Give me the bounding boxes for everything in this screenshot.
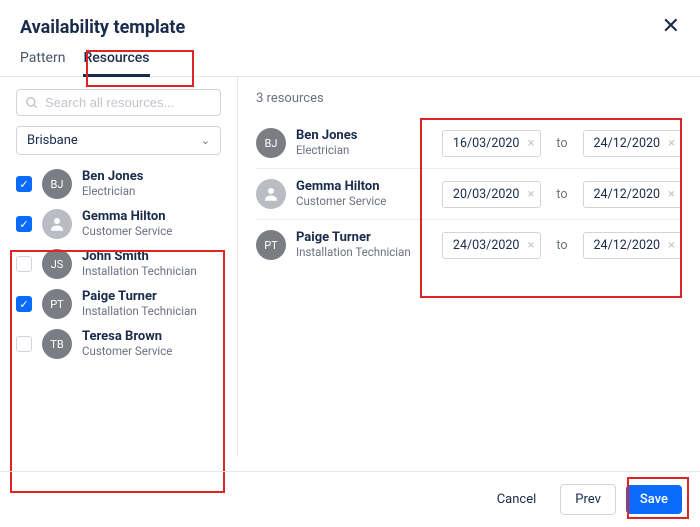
date-value: 24/12/2020: [594, 136, 661, 151]
to-label: to: [556, 187, 567, 202]
tab-resources[interactable]: Resources: [83, 50, 149, 76]
prev-button[interactable]: Prev: [560, 484, 616, 515]
resource-name: Ben Jones: [296, 128, 357, 144]
chevron-down-icon: ⌄: [201, 134, 210, 147]
resource-name: Teresa Brown: [82, 329, 172, 345]
resource-info: Teresa Brown Customer Service: [82, 329, 172, 358]
resource-info: John Smith Installation Technician: [82, 249, 197, 278]
start-date-input[interactable]: 20/03/2020 ×: [442, 181, 541, 208]
assigned-list: BJ Ben Jones Electrician 16/03/2020 × to…: [256, 118, 682, 270]
date-value: 24/12/2020: [594, 187, 661, 202]
clear-icon[interactable]: ×: [527, 238, 534, 253]
date-value: 24/03/2020: [453, 238, 520, 253]
start-date-input[interactable]: 24/03/2020 ×: [442, 232, 541, 259]
modal-header: Availability template ✕: [0, 0, 700, 38]
clear-icon[interactable]: ×: [668, 187, 675, 202]
save-button[interactable]: Save: [626, 485, 682, 514]
resource-role: Electrician: [296, 144, 357, 158]
avatar: JS: [42, 249, 72, 279]
avatar: [256, 179, 286, 209]
location-select-value: Brisbane: [27, 133, 78, 148]
availability-template-modal: Availability template ✕ Pattern Resource…: [0, 0, 700, 527]
resource-info: Ben Jones Electrician: [296, 128, 357, 157]
resource-role: Installation Technician: [82, 305, 197, 319]
checkbox[interactable]: [16, 256, 32, 272]
clear-icon[interactable]: ×: [527, 136, 534, 151]
end-date-input[interactable]: 24/12/2020 ×: [583, 232, 682, 259]
resource-role: Installation Technician: [296, 246, 411, 260]
location-select[interactable]: Brisbane ⌄: [16, 126, 221, 155]
assigned-who: PT Paige Turner Installation Technician: [256, 230, 432, 260]
resource-info: Gemma Hilton Customer Service: [296, 179, 386, 208]
list-item[interactable]: ✓ PT Paige Turner Installation Technicia…: [16, 289, 221, 319]
resource-list: ✓ BJ Ben Jones Electrician ✓ Gemma Hilto…: [16, 169, 221, 359]
checkbox[interactable]: ✓: [16, 176, 32, 192]
table-row: Gemma Hilton Customer Service 20/03/2020…: [256, 169, 682, 220]
assigned-who: BJ Ben Jones Electrician: [256, 128, 432, 158]
avatar: PT: [256, 230, 286, 260]
checkbox[interactable]: ✓: [16, 296, 32, 312]
resource-name: Gemma Hilton: [296, 179, 386, 195]
list-item[interactable]: ✓ BJ Ben Jones Electrician: [16, 169, 221, 199]
list-item[interactable]: ✓ Gemma Hilton Customer Service: [16, 209, 221, 239]
clear-icon[interactable]: ×: [668, 238, 675, 253]
end-date-input[interactable]: 24/12/2020 ×: [583, 181, 682, 208]
list-item[interactable]: JS John Smith Installation Technician: [16, 249, 221, 279]
resource-role: Electrician: [82, 185, 143, 199]
date-value: 24/12/2020: [594, 238, 661, 253]
tab-pattern[interactable]: Pattern: [20, 50, 65, 76]
resource-name: Paige Turner: [296, 230, 411, 246]
to-label: to: [556, 136, 567, 151]
resource-info: Gemma Hilton Customer Service: [82, 209, 172, 238]
end-date-input[interactable]: 24/12/2020 ×: [583, 130, 682, 157]
modal-title: Availability template: [20, 17, 185, 38]
search-input-wrap[interactable]: [16, 89, 221, 116]
date-value: 20/03/2020: [453, 187, 520, 202]
resource-role: Customer Service: [82, 345, 172, 359]
close-icon[interactable]: ✕: [662, 16, 680, 38]
start-date-input[interactable]: 16/03/2020 ×: [442, 130, 541, 157]
modal-footer: Cancel Prev Save: [0, 471, 700, 527]
avatar: TB: [42, 329, 72, 359]
date-value: 16/03/2020: [453, 136, 520, 151]
table-row: PT Paige Turner Installation Technician …: [256, 220, 682, 270]
resource-info: Paige Turner Installation Technician: [296, 230, 411, 259]
avatar: [42, 209, 72, 239]
avatar: BJ: [42, 169, 72, 199]
search-input[interactable]: [45, 95, 221, 110]
resource-role: Customer Service: [296, 195, 386, 209]
resource-name: Gemma Hilton: [82, 209, 172, 225]
search-icon: [25, 96, 39, 110]
clear-icon[interactable]: ×: [527, 187, 534, 202]
resource-name: Ben Jones: [82, 169, 143, 185]
resource-role: Installation Technician: [82, 265, 197, 279]
clear-icon[interactable]: ×: [668, 136, 675, 151]
to-label: to: [556, 238, 567, 253]
avatar: BJ: [256, 128, 286, 158]
list-item[interactable]: TB Teresa Brown Customer Service: [16, 329, 221, 359]
resource-info: Ben Jones Electrician: [82, 169, 143, 198]
assigned-who: Gemma Hilton Customer Service: [256, 179, 432, 209]
resource-info: Paige Turner Installation Technician: [82, 289, 197, 318]
cancel-button[interactable]: Cancel: [483, 485, 551, 514]
assigned-panel: 3 resources BJ Ben Jones Electrician 16/…: [238, 77, 700, 457]
avatar: PT: [42, 289, 72, 319]
resource-name: John Smith: [82, 249, 197, 265]
checkbox[interactable]: ✓: [16, 216, 32, 232]
resource-name: Paige Turner: [82, 289, 197, 305]
modal-body: Brisbane ⌄ ✓ BJ Ben Jones Electrician ✓: [0, 77, 700, 457]
table-row: BJ Ben Jones Electrician 16/03/2020 × to…: [256, 118, 682, 169]
checkbox[interactable]: [16, 336, 32, 352]
resource-role: Customer Service: [82, 225, 172, 239]
resource-count: 3 resources: [256, 91, 682, 106]
tab-bar: Pattern Resources: [0, 38, 700, 77]
resource-sidebar: Brisbane ⌄ ✓ BJ Ben Jones Electrician ✓: [0, 77, 238, 457]
